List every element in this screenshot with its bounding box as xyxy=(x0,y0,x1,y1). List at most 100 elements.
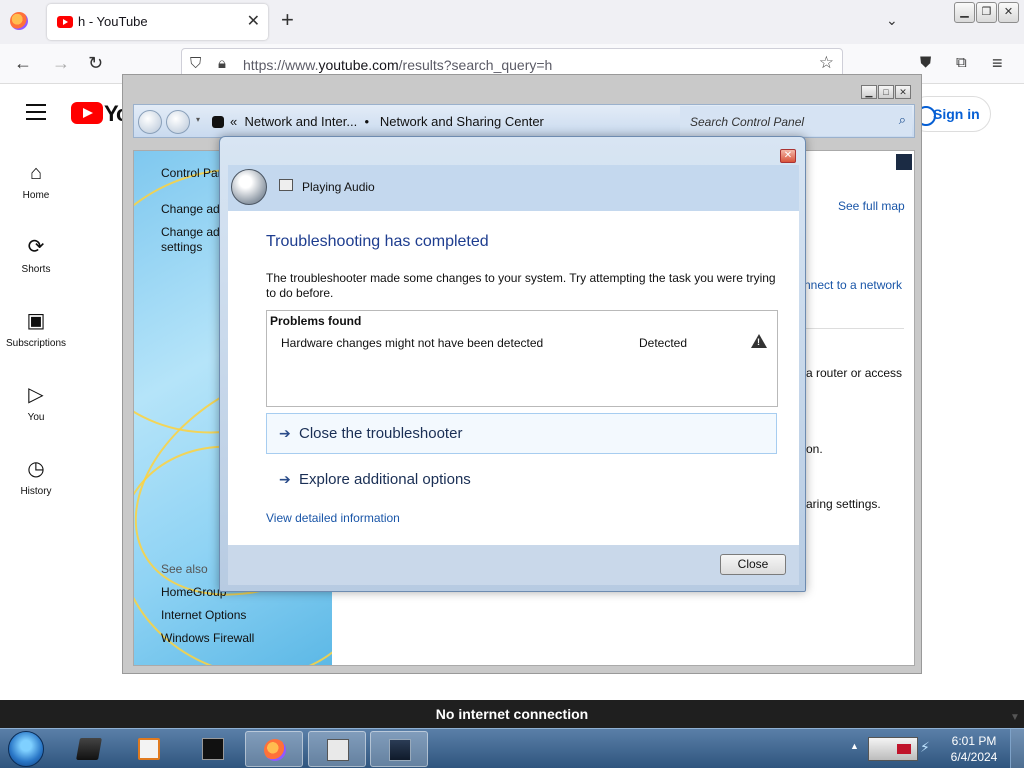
cp-close-button[interactable]: ✕ xyxy=(895,85,911,99)
taskbar-app-troubleshooter[interactable] xyxy=(308,731,366,767)
guide-item-you[interactable]: ▷ You xyxy=(0,378,72,452)
menu-icon[interactable]: ≡ xyxy=(992,53,1003,73)
problem-status: Detected xyxy=(639,336,688,350)
dialog-back-button[interactable] xyxy=(231,169,267,205)
restore-button[interactable]: ❐ xyxy=(976,2,997,23)
clock-time: 6:01 PM xyxy=(951,734,997,748)
forward-arrow-icon[interactable]: → xyxy=(52,53,70,73)
history-icon: ◷ xyxy=(27,458,45,480)
control-panel-icon xyxy=(212,116,224,128)
arrow-right-icon: ➔ xyxy=(279,471,291,487)
pocket-icon[interactable]: ⛊ xyxy=(920,53,931,73)
scroll-down-arrow-icon[interactable]: ▼ xyxy=(1010,712,1020,723)
taskbar-app-control-panel[interactable] xyxy=(370,731,428,767)
history-dropdown-icon[interactable]: ▾ xyxy=(196,115,200,124)
close-window-button[interactable]: ✕ xyxy=(998,2,1019,23)
dialog-description: The troubleshooter made some changes to … xyxy=(266,271,776,300)
device-icon xyxy=(76,738,102,760)
connect-to-network-link[interactable]: nnect to a network xyxy=(804,278,902,292)
cp-search-box[interactable]: Search Control Panel ⌕ xyxy=(680,106,912,136)
change-adapter-settings-link[interactable]: Change ada xyxy=(161,202,226,216)
home-icon: ⌂ xyxy=(29,162,43,184)
browser-window-controls: ▁ ❐ ✕ xyxy=(954,2,1019,23)
tab-close-icon[interactable]: ✕ xyxy=(247,11,260,31)
taskbar-app-media-player[interactable] xyxy=(120,731,178,767)
browser-tab-youtube[interactable]: h - YouTube ✕ xyxy=(47,4,268,40)
extensions-icon[interactable]: ⧉ xyxy=(956,53,967,73)
no-internet-banner: No internet connection xyxy=(0,700,1024,728)
help-icon[interactable] xyxy=(896,154,912,170)
close-troubleshooter-option[interactable]: ➔ Close the troubleshooter xyxy=(266,413,777,454)
view-detailed-information-link[interactable]: View detailed information xyxy=(266,511,400,525)
arrow-right-icon: ➔ xyxy=(279,425,291,441)
dialog-content: Troubleshooting has completed The troubl… xyxy=(228,211,799,545)
dialog-header: Playing Audio xyxy=(228,165,799,211)
breadcrumb-separator-icon[interactable]: • xyxy=(364,114,369,129)
cp-address-bar: ▾ « Network and Inter... • Network and S… xyxy=(133,104,915,138)
change-advanced-sharing-link-2[interactable]: settings xyxy=(161,240,202,254)
guide-label: Subscriptions xyxy=(5,338,67,349)
breadcrumb-sharing-center[interactable]: Network and Sharing Center xyxy=(380,114,544,129)
back-arrow-icon[interactable]: ← xyxy=(14,53,32,73)
network-center-icon xyxy=(389,739,411,761)
taskbar-app-console[interactable] xyxy=(184,731,242,767)
explore-additional-options[interactable]: ➔ Explore additional options xyxy=(266,459,777,500)
network-tray-icon[interactable]: ⚡︎ xyxy=(920,739,930,756)
browser-tab-bar: h - YouTube ✕ + ⌄ ▁ ❐ ✕ xyxy=(0,0,1024,44)
breadcrumb-overflow-icon: « xyxy=(230,114,238,129)
taskbar-app-firefox[interactable] xyxy=(245,731,303,767)
homegroup-link[interactable]: HomeGroup xyxy=(161,585,226,599)
new-tab-button[interactable]: + xyxy=(281,9,294,31)
show-desktop-button[interactable] xyxy=(1010,729,1024,768)
start-button[interactable] xyxy=(8,731,44,767)
guide-item-shorts[interactable]: ⟳ Shorts xyxy=(0,230,72,304)
dialog-close-icon[interactable]: ✕ xyxy=(780,149,796,163)
guide-label: Home xyxy=(22,190,50,201)
show-hidden-icons-icon[interactable]: ▲ xyxy=(850,741,859,751)
subscriptions-icon: ▣ xyxy=(26,310,46,332)
sharing-settings-text: aring settings. xyxy=(806,497,881,511)
guide-label: Shorts xyxy=(21,264,51,275)
firefox-icon xyxy=(264,739,286,761)
guide-menu-icon[interactable] xyxy=(26,104,46,125)
guide-item-history[interactable]: ◷ History xyxy=(0,452,72,526)
cp-maximize-button[interactable]: □ xyxy=(878,85,894,99)
option-label: Close the troubleshooter xyxy=(299,425,463,442)
youtube-favicon-icon xyxy=(57,16,73,28)
clock[interactable]: 6:01 PM 6/4/2024 xyxy=(940,733,1008,765)
internet-options-link[interactable]: Internet Options xyxy=(161,608,246,622)
bookmark-star-icon[interactable]: ☆ xyxy=(819,53,834,73)
tray-app-icon[interactable] xyxy=(868,737,918,761)
search-icon[interactable]: ⌕ xyxy=(899,112,906,128)
option-label: Explore additional options xyxy=(299,471,471,488)
problems-found-heading: Problems found xyxy=(270,314,362,328)
see-full-map-link[interactable]: See full map xyxy=(838,199,905,213)
cp-forward-button[interactable] xyxy=(166,110,190,134)
windows-firewall-link[interactable]: Windows Firewall xyxy=(161,631,254,645)
reload-icon[interactable]: ↻ xyxy=(88,53,103,73)
firefox-view-icon[interactable] xyxy=(10,12,28,30)
shield-icon[interactable]: ⛉ xyxy=(190,55,201,72)
close-button[interactable]: Close xyxy=(720,554,786,575)
change-advanced-sharing-link[interactable]: Change adv xyxy=(161,225,226,239)
tray-flag-icon xyxy=(897,744,911,754)
taskbar: ▲ ⚡︎ 6:01 PM 6/4/2024 xyxy=(0,728,1024,768)
cp-minimize-button[interactable]: ▁ xyxy=(861,85,877,99)
see-also-heading: See also xyxy=(161,562,208,576)
dialog-footer: Close xyxy=(228,545,799,585)
list-all-tabs-icon[interactable]: ⌄ xyxy=(886,12,898,29)
url-text: https://www.youtube.com/results?search_q… xyxy=(243,57,553,73)
youtube-logo-icon[interactable] xyxy=(71,102,103,124)
breadcrumb-network-internet[interactable]: Network and Inter... xyxy=(244,114,357,129)
guide-item-home[interactable]: ⌂ Home xyxy=(0,156,72,230)
taskbar-app-device[interactable] xyxy=(60,731,118,767)
minimize-button[interactable]: ▁ xyxy=(954,2,975,23)
lock-icon[interactable]: 🔒︎ xyxy=(218,55,226,72)
divider xyxy=(794,328,904,329)
cp-back-button[interactable] xyxy=(138,110,162,134)
guide-item-subscriptions[interactable]: ▣ Subscriptions xyxy=(0,304,72,378)
cp-search-placeholder: Search Control Panel xyxy=(690,115,805,129)
guide-label: History xyxy=(20,486,52,497)
cp-home-link[interactable]: Control Par xyxy=(161,166,222,180)
media-player-icon xyxy=(138,738,160,760)
